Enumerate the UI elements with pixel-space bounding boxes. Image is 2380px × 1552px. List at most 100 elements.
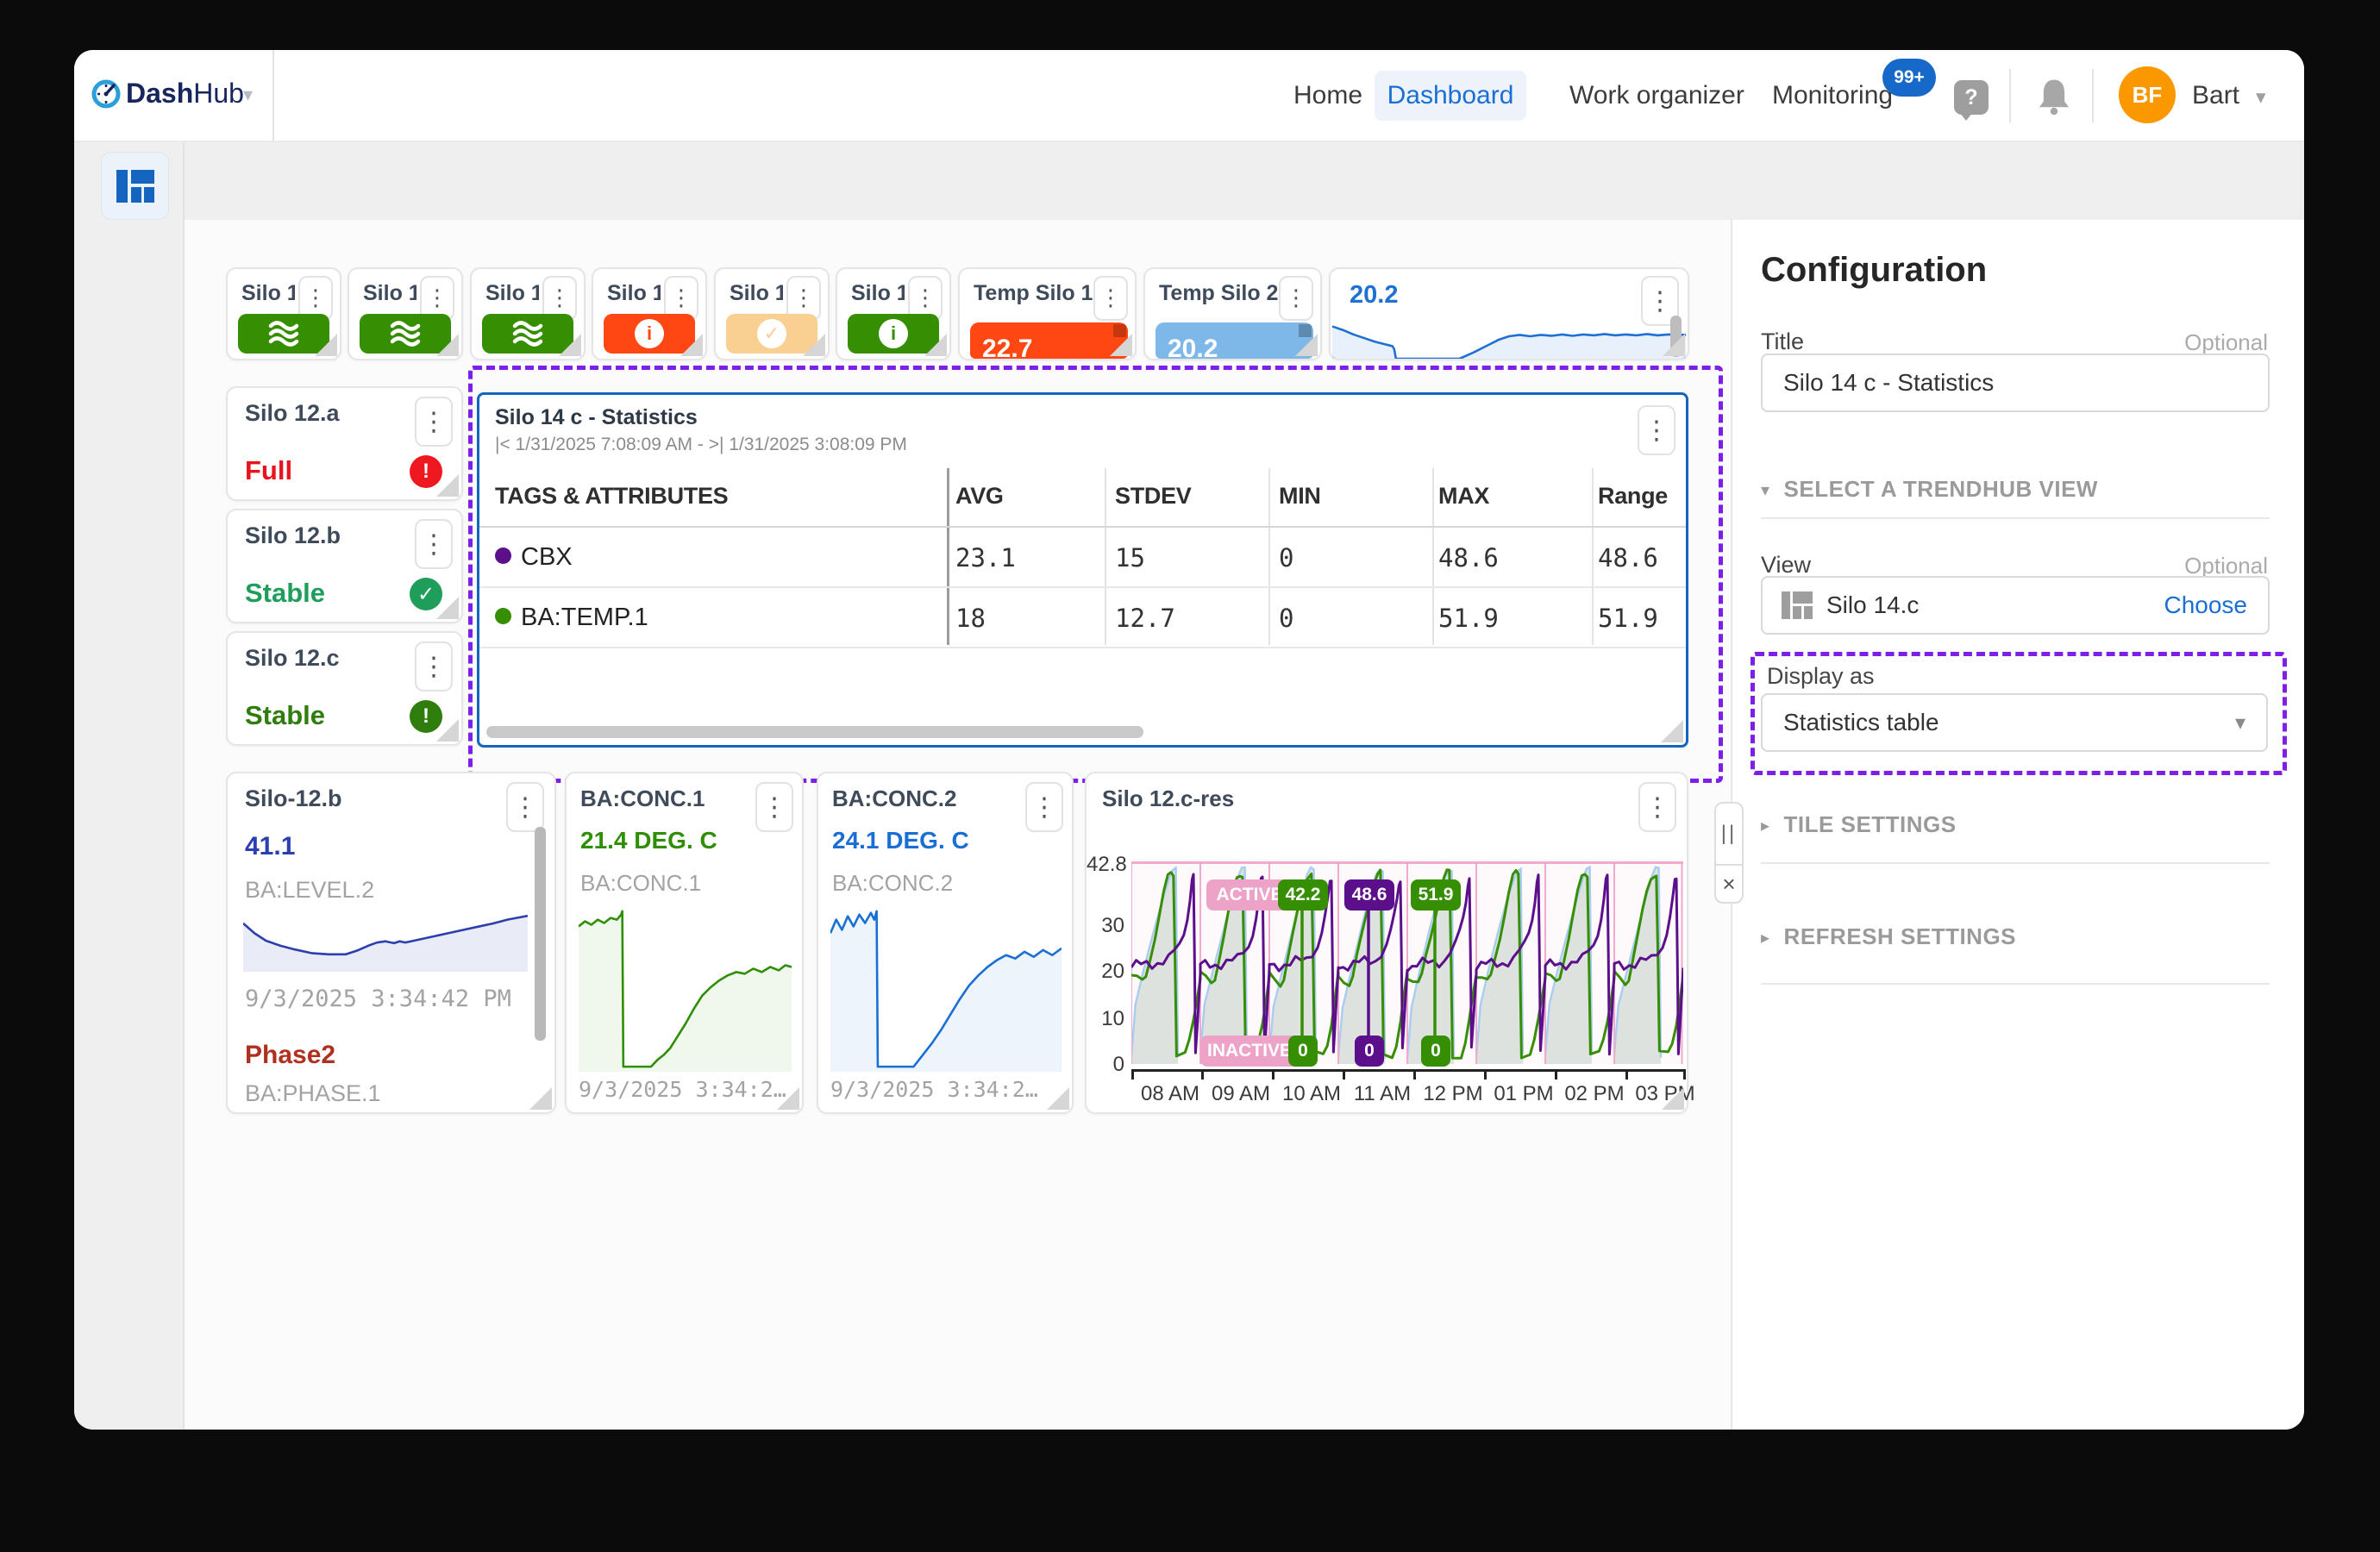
scrollbar-vertical[interactable] xyxy=(535,827,546,1041)
panel-resize-handle[interactable]: || × xyxy=(1714,802,1744,904)
tile-menu-button[interactable]: ⋮ xyxy=(1638,782,1676,832)
tile-menu-button[interactable]: ⋮ xyxy=(506,782,544,832)
user-avatar[interactable]: BF xyxy=(2119,66,2176,123)
resize-handle[interactable] xyxy=(436,719,459,742)
trendhub-section-toggle[interactable]: ▾ SELECT A TRENDHUB VIEW xyxy=(1761,476,2098,503)
user-chevron-down-icon[interactable]: ▾ xyxy=(2256,86,2266,109)
value-badge: 22.7 xyxy=(970,322,1128,359)
resize-handle[interactable] xyxy=(680,334,703,356)
timestamp: 9/3/2025 3:34:2… xyxy=(579,1077,786,1102)
section-divider xyxy=(1761,862,2270,864)
tile-silo14c-statistics-selected[interactable]: Silo 14 c - Statistics |< 1/31/2025 7:08… xyxy=(477,392,1688,748)
tile-temp-silo-1[interactable]: Temp Silo 1 ⋮ 22.7 xyxy=(958,267,1137,360)
tile-silo-12b-detail[interactable]: Silo-12.b ⋮ 41.1 BA:LEVEL.2 9/3/2025 3:3… xyxy=(226,772,556,1114)
tile-settings-toggle[interactable]: ▸ TILE SETTINGS xyxy=(1761,811,1957,838)
notifications-bell-icon[interactable] xyxy=(2032,74,2076,119)
resize-handle[interactable] xyxy=(436,597,459,619)
col-header-min[interactable]: MIN xyxy=(1279,483,1321,510)
nav-divider xyxy=(2009,69,2011,122)
resize-handle[interactable] xyxy=(1110,334,1132,356)
tile-menu-button[interactable]: ⋮ xyxy=(1279,276,1313,321)
x-axis-tick: 08 AM xyxy=(1131,1082,1209,1106)
series-dot xyxy=(495,608,511,624)
display-as-value: Statistics table xyxy=(1783,709,1939,736)
tile-silo-small-4[interactable]: Silo 1 ⋮ i xyxy=(592,267,707,360)
nav-item-home[interactable]: Home xyxy=(1293,81,1362,110)
tile-menu-button[interactable]: ⋮ xyxy=(415,641,453,692)
app-window: DashHub ▾ Home Dashboard Work organizer … xyxy=(74,50,2304,1430)
tile-menu-button[interactable]: ⋮ xyxy=(1638,405,1675,455)
status-text: Full xyxy=(245,455,292,486)
dashhub-logo-icon xyxy=(91,79,121,109)
resize-handle[interactable] xyxy=(924,334,947,356)
title-input[interactable] xyxy=(1761,354,2270,412)
resize-handle[interactable] xyxy=(777,1087,799,1110)
dashboard-canvas: Silo 1 ⋮ Silo 1 ⋮ Silo 1 ⋮ Silo 1 ⋮ xyxy=(185,220,1731,1430)
tile-silo-small-5[interactable]: Silo 1 ⋮ ✓ xyxy=(714,267,830,360)
col-header-range[interactable]: Range xyxy=(1598,483,1668,510)
brand[interactable]: DashHub xyxy=(126,78,244,110)
tag-name: BA:LEVEL.2 xyxy=(245,877,374,904)
tile-silo-12c-status[interactable]: Silo 12.c ⋮ Stable ! xyxy=(226,631,463,746)
col-header-avg[interactable]: AVG xyxy=(955,483,1004,510)
tile-menu-button[interactable]: ⋮ xyxy=(415,397,453,447)
view-label: View xyxy=(1761,552,1811,579)
resize-handle[interactable] xyxy=(559,334,581,356)
choose-link[interactable]: Choose xyxy=(2164,591,2247,619)
chevron-right-icon: ▸ xyxy=(1761,927,1770,948)
tile-silo-12b-status[interactable]: Silo 12.b ⋮ Stable ✓ xyxy=(226,509,463,623)
tile-temp-silo-2[interactable]: Temp Silo 2 ⋮ 20.2 xyxy=(1143,267,1322,360)
tile-sparkline-20-2[interactable]: 20.2 ⋮ xyxy=(1329,267,1689,360)
nav-item-dashboard-active[interactable]: Dashboard xyxy=(1375,71,1526,121)
phase-value: Phase2 xyxy=(245,1041,335,1070)
resize-handle[interactable] xyxy=(436,474,459,497)
tile-menu-button[interactable]: ⋮ xyxy=(415,519,453,569)
user-name[interactable]: Bart xyxy=(2192,81,2239,110)
section-divider xyxy=(1761,983,2270,985)
display-as-dropdown[interactable]: Statistics table ▾ xyxy=(1761,693,2268,752)
nav-item-work-organizer[interactable]: Work organizer xyxy=(1569,81,1744,110)
dropdown-chevron-icon: ▾ xyxy=(2235,710,2245,735)
tile-menu-button[interactable]: ⋮ xyxy=(755,782,793,832)
tile-silo-small-3[interactable]: Silo 1 ⋮ xyxy=(470,267,586,360)
y-axis-tick: 42.8 xyxy=(1087,853,1124,877)
resize-handle[interactable] xyxy=(1663,334,1685,356)
tile-menu-button[interactable]: ⋮ xyxy=(1093,276,1128,321)
tile-silo-small-6[interactable]: Silo 1 ⋮ i xyxy=(836,267,951,360)
resize-handle[interactable] xyxy=(315,334,337,356)
column-divider xyxy=(947,468,949,645)
col-header-tags[interactable]: TAGS & ATTRIBUTES xyxy=(495,483,728,510)
tile-silo-small-1[interactable]: Silo 1 ⋮ xyxy=(226,267,341,360)
config-heading: Configuration xyxy=(1761,251,1987,290)
resize-handle[interactable] xyxy=(1662,1087,1684,1110)
tile-ba-conc2[interactable]: BA:CONC.2 ⋮ 24.1 DEG. C BA:CONC.2 9/3/20… xyxy=(817,772,1074,1114)
tile-title: Silo 1 xyxy=(241,281,295,306)
refresh-settings-toggle[interactable]: ▸ REFRESH SETTINGS xyxy=(1761,923,2016,950)
tile-silo-12a[interactable]: Silo 12.a ⋮ Full ! xyxy=(226,386,463,501)
tile-silo-small-2[interactable]: Silo 1 ⋮ xyxy=(348,267,463,360)
tile-ba-conc1[interactable]: BA:CONC.1 ⋮ 21.4 DEG. C BA:CONC.1 9/3/20… xyxy=(565,772,804,1114)
dashboard-layout-button[interactable] xyxy=(101,152,169,220)
resize-handle[interactable] xyxy=(1661,720,1683,742)
chevron-down-icon: ▾ xyxy=(1761,479,1770,500)
scrollbar-horizontal[interactable] xyxy=(486,726,1143,738)
refresh-settings-label: REFRESH SETTINGS xyxy=(1784,923,2016,950)
cell-max: 51.9 xyxy=(1438,604,1499,633)
tile-silo-12c-res-chart[interactable]: Silo 12.c-res ⋮ 42.8 30 20 10 0 08 AM 09… xyxy=(1085,772,1688,1114)
resize-handle[interactable] xyxy=(436,334,459,356)
resize-handle[interactable] xyxy=(1047,1087,1069,1110)
help-icon[interactable]: ? xyxy=(1954,80,1989,115)
col-header-max[interactable]: MAX xyxy=(1438,483,1489,510)
col-header-stdev[interactable]: STDEV xyxy=(1115,483,1192,510)
close-panel-icon[interactable]: × xyxy=(1716,866,1742,902)
marker-max-badge: 51.9 xyxy=(1411,879,1461,911)
view-picker[interactable]: Silo 14.c Choose xyxy=(1761,576,2270,635)
resize-handle[interactable] xyxy=(529,1087,552,1110)
brand-chevron-down-icon[interactable]: ▾ xyxy=(243,84,253,106)
nav-item-monitoring[interactable]: Monitoring xyxy=(1772,81,1893,110)
resize-handle[interactable] xyxy=(803,334,825,356)
drag-handle-icon[interactable]: || xyxy=(1716,804,1742,866)
resize-handle[interactable] xyxy=(1295,334,1318,356)
tile-menu-button[interactable]: ⋮ xyxy=(1025,782,1063,832)
timestamp: 9/3/2025 3:34:42 PM xyxy=(245,986,511,1012)
